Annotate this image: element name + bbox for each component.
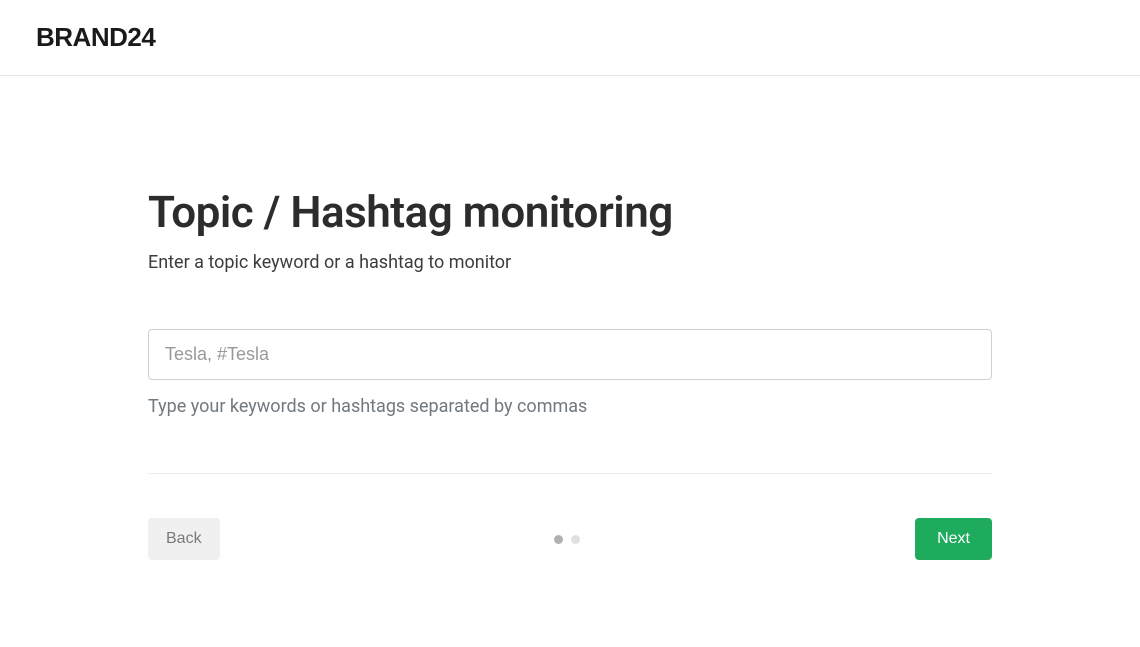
input-hint: Type your keywords or hashtags separated… xyxy=(148,396,992,417)
pagination-dot-2 xyxy=(571,535,580,544)
header: BRAND24 xyxy=(0,0,1140,76)
main-content: Topic / Hashtag monitoring Enter a topic… xyxy=(148,76,992,560)
brand-logo: BRAND24 xyxy=(36,22,1104,53)
next-button[interactable]: Next xyxy=(915,518,992,560)
pagination-dots xyxy=(554,535,580,544)
page-title: Topic / Hashtag monitoring xyxy=(148,186,992,238)
keyword-input[interactable] xyxy=(148,329,992,380)
pagination-dot-1 xyxy=(554,535,563,544)
back-button[interactable]: Back xyxy=(148,518,220,560)
divider xyxy=(148,473,992,474)
page-subtitle: Enter a topic keyword or a hashtag to mo… xyxy=(148,252,992,273)
footer-row: Back Next xyxy=(148,518,992,560)
